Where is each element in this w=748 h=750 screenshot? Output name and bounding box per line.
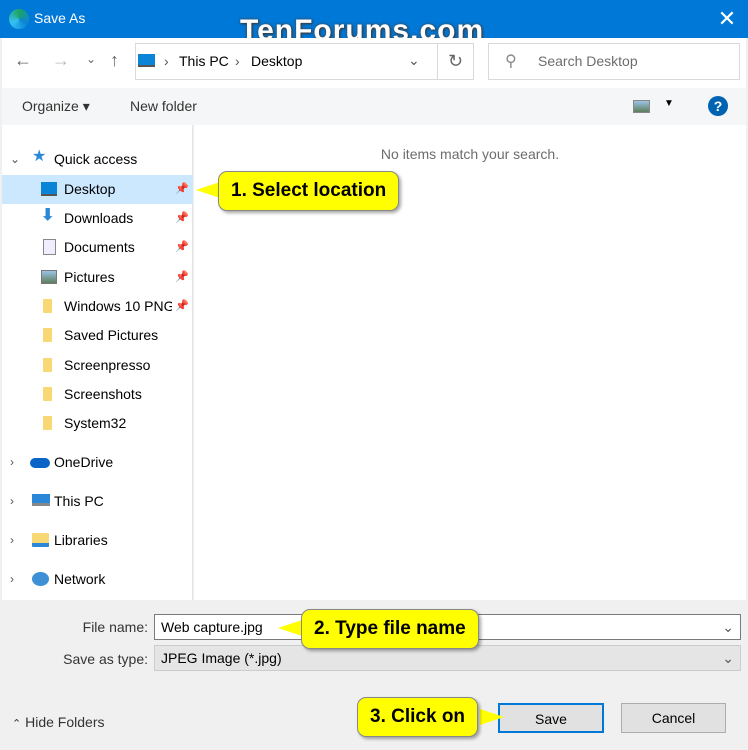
save-button[interactable]: Save: [498, 703, 604, 733]
expand-chevron-icon[interactable]: ›: [10, 565, 14, 594]
sidebar-item-this-pc[interactable]: › This PC: [2, 487, 193, 516]
download-icon: ⬇: [41, 207, 55, 224]
sidebar-item-libraries[interactable]: › Libraries: [2, 526, 193, 555]
save-type-label: Save as type:: [63, 651, 148, 667]
address-dropdown-icon[interactable]: ⌄: [408, 52, 420, 69]
sidebar-item-onedrive[interactable]: › OneDrive: [2, 448, 193, 477]
organize-label: Organize: [22, 98, 79, 114]
sidebar-item-quick-access[interactable]: ⌄ ★ Quick access: [2, 145, 193, 174]
sidebar-item-documents[interactable]: Documents 📌: [2, 233, 193, 262]
sidebar-item-network[interactable]: › Network: [2, 565, 193, 594]
folder-icon: [43, 299, 52, 313]
expand-chevron-icon[interactable]: ›: [10, 526, 14, 555]
callout-pointer: [480, 709, 504, 725]
forward-arrow-icon[interactable]: →: [52, 50, 70, 71]
cloud-icon: [30, 458, 50, 468]
recent-chevron-icon[interactable]: ⌄: [86, 52, 96, 66]
pin-icon[interactable]: 📌: [175, 175, 189, 204]
hide-folders-label: Hide Folders: [25, 714, 105, 730]
callout-pointer: [278, 620, 302, 636]
expand-chevron-icon[interactable]: ⌄: [10, 145, 20, 174]
search-input[interactable]: ⚲ Search Desktop: [488, 43, 740, 80]
callout-step1: 1. Select location: [218, 171, 400, 211]
chevron-down-icon[interactable]: ⌄: [722, 646, 734, 670]
sidebar-item-label: Windows 10 PNG: [64, 298, 172, 314]
cancel-button[interactable]: Cancel: [621, 703, 726, 733]
sidebar-item-label: Saved Pictures: [64, 327, 159, 343]
pictures-icon: [41, 270, 57, 284]
sidebar-item-label: System32: [64, 415, 127, 431]
sidebar-item-label: OneDrive: [54, 454, 114, 470]
pc-icon: [32, 494, 50, 506]
sidebar-item-system32[interactable]: System32: [2, 409, 193, 438]
sidebar-item-label: Screenshots: [64, 386, 142, 402]
desktop-icon: [138, 54, 155, 67]
back-arrow-icon[interactable]: ←: [14, 50, 32, 71]
callout-pointer: [196, 182, 220, 198]
toolbar: Organize ▾ New folder ▼ ?: [2, 88, 746, 125]
folder-icon: [43, 387, 52, 401]
sidebar-item-label: Screenpresso: [64, 357, 151, 373]
breadcrumb-this-pc[interactable]: This PC: [179, 53, 229, 69]
sidebar-item-label: Desktop: [64, 181, 116, 197]
document-icon: [43, 239, 56, 255]
folder-icon: [43, 328, 52, 342]
breadcrumb-separator-icon: ›: [235, 53, 240, 69]
sidebar-item-windows-10-png[interactable]: Windows 10 PNG 📌: [2, 292, 193, 321]
close-icon[interactable]: ✕: [714, 6, 740, 32]
hide-folders-button[interactable]: ⌃ Hide Folders: [12, 714, 104, 730]
callout-step2: 2. Type file name: [301, 609, 479, 649]
folder-icon: [43, 416, 52, 430]
search-placeholder: Search Desktop: [538, 53, 638, 69]
breadcrumb-desktop[interactable]: Desktop: [251, 53, 302, 69]
pin-icon[interactable]: 📌: [175, 292, 189, 321]
sidebar-item-label: Network: [54, 571, 106, 587]
sidebar-item-screenshots[interactable]: Screenshots: [2, 380, 193, 409]
organize-button[interactable]: Organize ▾: [22, 98, 90, 115]
empty-message: No items match your search.: [380, 146, 560, 162]
up-arrow-icon[interactable]: ↑: [110, 50, 119, 71]
address-bar[interactable]: › This PC › Desktop ⌄: [135, 43, 474, 80]
library-icon: [32, 533, 49, 547]
file-name-label: File name:: [0, 619, 148, 635]
expand-chevron-icon[interactable]: ›: [10, 487, 14, 516]
refresh-icon[interactable]: ↻: [437, 43, 474, 80]
save-type-value: JPEG Image (*.jpg): [161, 650, 282, 666]
network-icon: [32, 572, 49, 586]
star-icon: ★: [32, 148, 47, 165]
sidebar-item-downloads[interactable]: ⬇ Downloads 📌: [2, 204, 193, 233]
sidebar-item-label: Quick access: [54, 151, 138, 167]
navigation-pane: ⌄ ★ Quick access Desktop 📌 ⬇ Downloads 📌 Docu…: [2, 125, 193, 600]
pin-icon[interactable]: 📌: [175, 204, 189, 233]
view-options-icon[interactable]: [633, 100, 650, 113]
new-folder-button[interactable]: New folder: [130, 98, 197, 114]
sidebar-item-desktop[interactable]: Desktop 📌: [2, 175, 193, 204]
pin-icon[interactable]: 📌: [175, 233, 189, 262]
expand-chevron-icon[interactable]: ›: [10, 448, 14, 477]
sidebar-item-pictures[interactable]: Pictures 📌: [2, 263, 193, 292]
sidebar-item-saved-pictures[interactable]: Saved Pictures: [2, 321, 193, 350]
chevron-down-icon[interactable]: ⌄: [722, 615, 734, 639]
pin-icon[interactable]: 📌: [175, 263, 189, 292]
file-name-label-text: File name:: [82, 619, 148, 635]
sidebar-item-label: Documents: [64, 239, 135, 255]
sidebar-item-label: Libraries: [54, 532, 108, 548]
edge-app-icon: [9, 9, 29, 29]
sidebar-item-screenpresso[interactable]: Screenpresso: [2, 351, 193, 380]
window-title: Save As: [34, 10, 86, 26]
sidebar-item-label: This PC: [54, 493, 104, 509]
desktop-icon: [41, 182, 57, 196]
sidebar-item-label: Pictures: [64, 269, 115, 285]
sidebar-item-label: Downloads: [64, 210, 134, 226]
folder-icon: [43, 358, 52, 372]
callout-step3: 3. Click on: [357, 697, 479, 737]
search-icon: ⚲: [505, 53, 517, 70]
file-name-value: Web capture.jpg: [161, 619, 263, 635]
help-icon[interactable]: ?: [708, 96, 728, 116]
view-dropdown-icon[interactable]: ▼: [664, 98, 674, 109]
chevron-up-icon: ⌃: [12, 718, 22, 730]
breadcrumb-separator-icon: ›: [164, 53, 169, 69]
